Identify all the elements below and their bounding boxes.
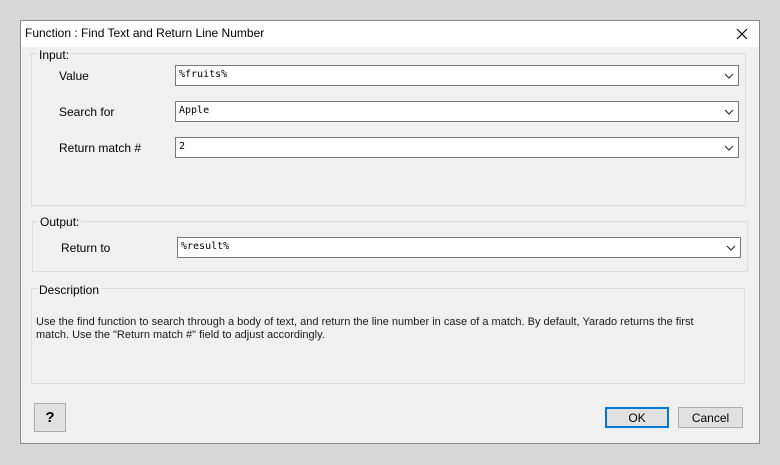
chevron-down-icon <box>724 145 734 151</box>
search-for-label: Search for <box>59 105 115 119</box>
search-for-combo-text: Apple <box>179 105 210 116</box>
value-combo-text: %fruits% <box>179 69 228 80</box>
return-match-label: Return match # <box>59 141 142 155</box>
close-button[interactable] <box>725 21 759 47</box>
cancel-button[interactable]: Cancel <box>678 407 743 428</box>
return-to-combo[interactable]: %result% <box>177 237 741 258</box>
output-group-label: Output: <box>38 215 82 229</box>
value-combo[interactable]: %fruits% <box>175 65 739 86</box>
return-match-combo[interactable]: 2 <box>175 137 739 158</box>
chevron-down-icon <box>724 109 734 115</box>
description-label: Description <box>37 283 102 297</box>
description-text: Use the find function to search through … <box>36 316 694 341</box>
input-group-label: Input: <box>37 48 72 62</box>
value-label: Value <box>59 69 89 83</box>
return-to-combo-text: %result% <box>181 241 230 252</box>
return-match-combo-text: 2 <box>179 141 186 152</box>
chevron-down-icon <box>726 245 736 251</box>
ok-button[interactable]: OK <box>605 407 669 428</box>
window-title: Function : Find Text and Return Line Num… <box>25 26 265 40</box>
close-icon <box>736 28 748 40</box>
help-button[interactable]: ? <box>34 403 66 432</box>
chevron-down-icon <box>724 73 734 79</box>
title-bar: Function : Find Text and Return Line Num… <box>21 21 759 47</box>
search-for-combo[interactable]: Apple <box>175 101 739 122</box>
return-to-label: Return to <box>61 241 111 255</box>
